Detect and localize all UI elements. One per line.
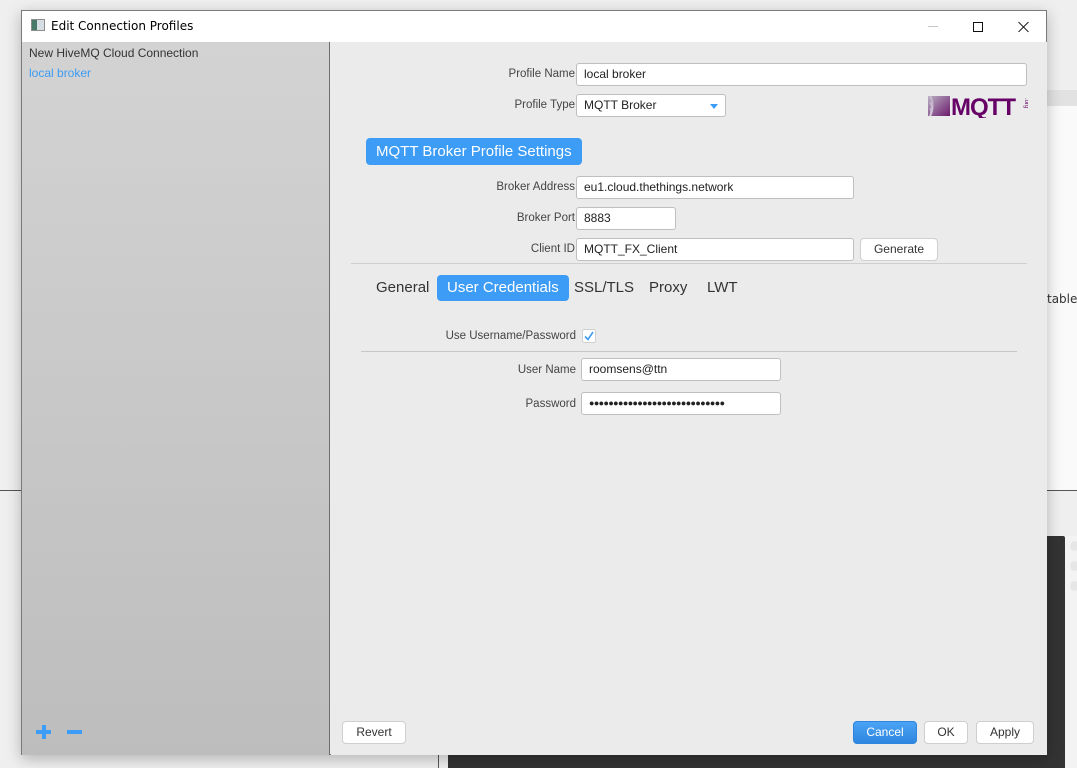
background-toolbar — [1046, 90, 1077, 106]
client-id-input[interactable]: MQTT_FX_Client — [576, 238, 854, 261]
user-name-input[interactable]: roomsens@ttn — [581, 358, 781, 381]
password-label: Password — [525, 398, 577, 410]
tab-user-credentials[interactable]: User Credentials — [437, 275, 569, 301]
tab-general[interactable]: General — [366, 275, 439, 301]
chevron-down-icon — [710, 104, 718, 109]
broker-profile-settings-header: MQTT Broker Profile Settings — [366, 138, 582, 165]
maximize-icon — [973, 21, 983, 32]
user-name-label: User Name — [517, 364, 576, 376]
section-divider — [351, 263, 1027, 264]
credentials-divider — [361, 351, 1017, 352]
broker-port-label: Broker Port — [516, 212, 575, 224]
background-dot — [1070, 581, 1077, 591]
maximize-button[interactable] — [955, 11, 1001, 42]
tab-lwt[interactable]: LWT — [697, 275, 748, 301]
remove-profile-button[interactable] — [66, 724, 84, 740]
broker-address-label: Broker Address — [496, 181, 575, 193]
profile-type-value: MQTT Broker — [584, 98, 657, 112]
tab-ssl-tls[interactable]: SSL/TLS — [564, 275, 644, 301]
use-username-password-checkbox[interactable] — [582, 329, 596, 343]
profile-item-local-broker[interactable]: local broker — [29, 66, 91, 80]
background-dot — [1070, 561, 1077, 571]
broker-address-input[interactable]: eu1.cloud.thethings.network — [576, 176, 854, 199]
cancel-button[interactable]: Cancel — [853, 721, 917, 744]
revert-button[interactable]: Revert — [342, 721, 406, 744]
mqtt-logo: MQTT .org — [928, 94, 1028, 118]
edit-connection-profiles-dialog: Edit Connection Profiles New HiveMQ Clou… — [21, 10, 1047, 755]
profile-name-label: Profile Name — [508, 68, 575, 80]
background-partial-text: table — [1047, 292, 1077, 306]
profile-type-dropdown[interactable]: MQTT Broker — [576, 94, 726, 117]
use-username-password-label: Use Username/Password — [445, 330, 576, 342]
minimize-icon — [928, 26, 938, 27]
window-title: Edit Connection Profiles — [51, 19, 194, 33]
add-profile-button[interactable] — [35, 724, 53, 740]
mqtt-logo-text: MQTT — [951, 94, 1016, 118]
background-divider-vertical — [438, 754, 439, 768]
mqtt-logo-suffix: .org — [1023, 98, 1028, 108]
minimize-button[interactable] — [910, 11, 956, 42]
tab-proxy[interactable]: Proxy — [639, 275, 697, 301]
profile-list: New HiveMQ Cloud Connection local broker — [22, 42, 330, 755]
generate-client-id-button[interactable]: Generate — [860, 238, 938, 261]
title-bar: Edit Connection Profiles — [22, 11, 1046, 42]
broker-port-input[interactable]: 8883 — [576, 207, 676, 230]
profile-type-label: Profile Type — [514, 99, 575, 111]
profile-item-new-hivemq-cloud-connection[interactable]: New HiveMQ Cloud Connection — [29, 46, 198, 60]
password-input[interactable]: ●●●●●●●●●●●●●●●●●●●●●●●●●●●● — [581, 392, 781, 415]
ok-button[interactable]: OK — [924, 721, 968, 744]
profile-name-input[interactable]: local broker — [576, 63, 1027, 86]
apply-button[interactable]: Apply — [976, 721, 1034, 744]
app-icon — [31, 19, 45, 31]
close-button[interactable] — [1001, 11, 1047, 42]
client-id-label: Client ID — [530, 243, 575, 255]
profile-settings-panel: Profile Name local broker Profile Type M… — [331, 42, 1047, 755]
background-dot — [1070, 541, 1077, 551]
close-icon — [1018, 21, 1030, 33]
